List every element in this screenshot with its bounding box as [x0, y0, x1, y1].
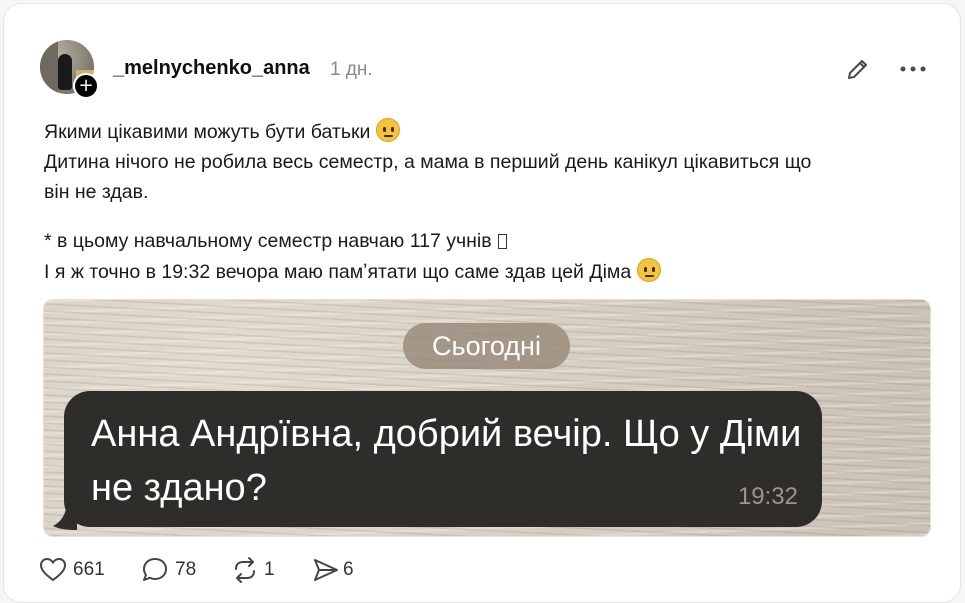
share-count: 6	[343, 559, 354, 580]
comment-count: 78	[175, 559, 197, 580]
heart-icon	[39, 557, 67, 582]
post-text-line: Якими цікавими можуть бути батьки	[44, 117, 401, 147]
more-dots-icon[interactable]	[899, 61, 929, 77]
confused-face-emoji-icon	[376, 118, 401, 142]
send-icon	[314, 559, 338, 581]
avatar[interactable]: +	[40, 40, 99, 99]
repost-count: 1	[264, 559, 275, 580]
post-text-line: Дитина нічого не робила весь семестр, а …	[44, 151, 812, 173]
post-text: * в цьому навчальному семестр навчаю 117…	[44, 230, 492, 252]
message-text: Анна Андрївна, добрий вечір. Що у Діми н…	[91, 413, 802, 509]
post-card: + _melnychenko_anna 1 дн. Якими цікавими…	[3, 3, 961, 603]
post-text-line: * в цьому навчальному семестр навчаю 117…	[44, 226, 507, 256]
post-text: Якими цікавими можуть бути батьки	[44, 121, 371, 143]
post-text: І я ж точно в 19:32 вечора маю памʼятати…	[44, 261, 632, 283]
message-time: 19:32	[737, 483, 798, 510]
post-text-line: він не здав.	[44, 181, 149, 203]
post-image[interactable]: Сьогодні Анна Андрївна, добрий вечір. Що…	[43, 299, 931, 537]
missing-glyph-icon	[497, 234, 507, 249]
date-pill: Сьогодні	[403, 323, 570, 369]
comment-bubble-icon	[143, 558, 167, 581]
follow-plus-icon[interactable]: +	[73, 73, 99, 99]
username[interactable]: _melnychenko_anna	[113, 57, 310, 80]
unamused-face-emoji-icon	[637, 258, 662, 282]
like-count: 661	[73, 559, 105, 580]
message-bubble: Анна Андрївна, добрий вечір. Що у Діми н…	[64, 391, 822, 527]
post-time[interactable]: 1 дн.	[330, 59, 373, 81]
pencil-icon[interactable]	[845, 56, 871, 82]
post-text-line: І я ж точно в 19:32 вечора маю памʼятати…	[44, 257, 662, 287]
repost-icon	[235, 557, 255, 583]
